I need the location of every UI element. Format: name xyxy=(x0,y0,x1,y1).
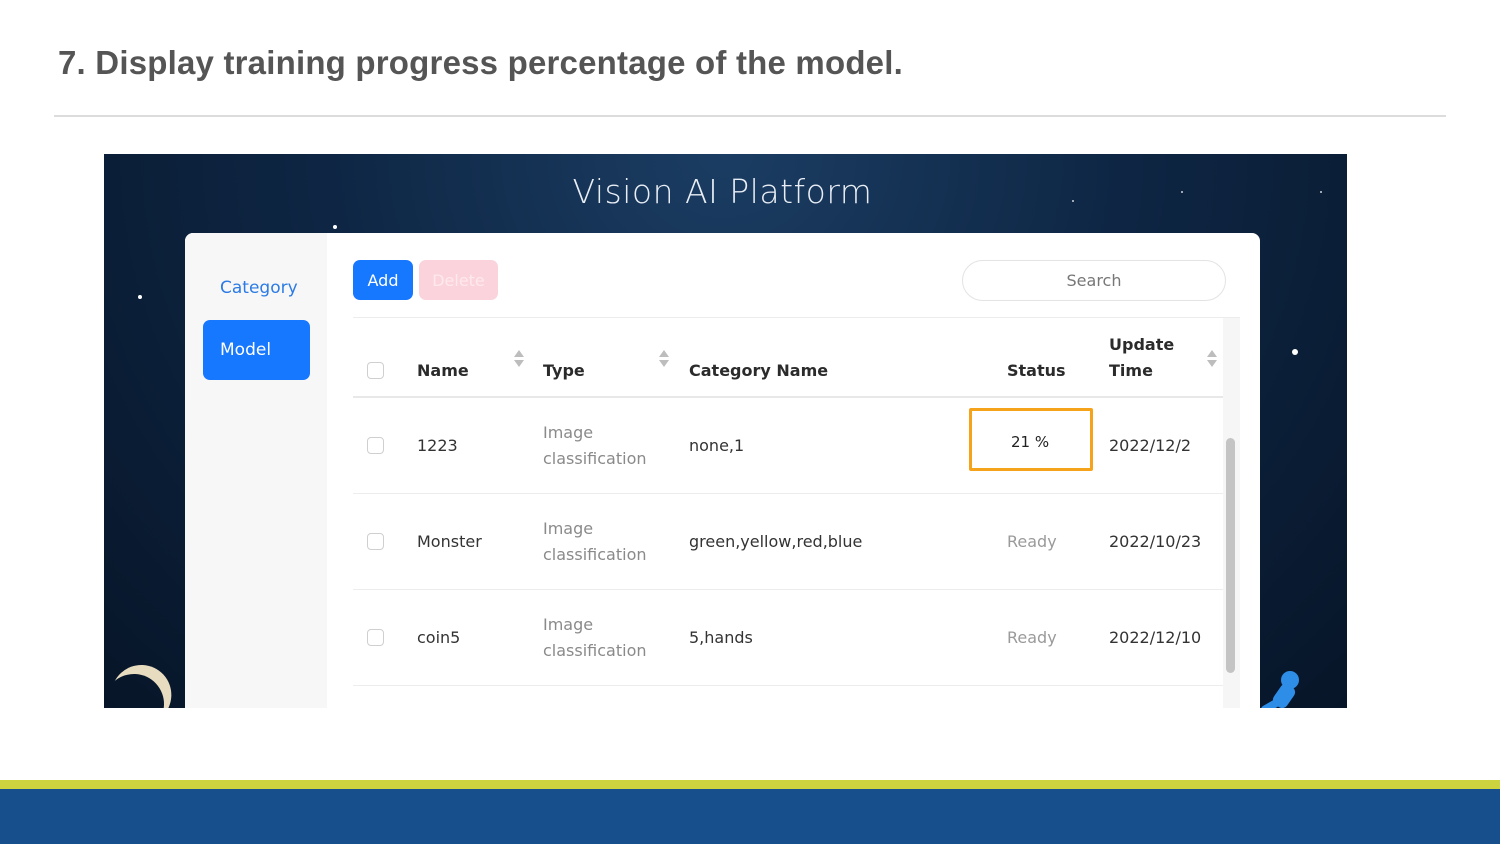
star-icon xyxy=(1292,349,1298,355)
sort-arrows-icon[interactable] xyxy=(659,350,669,368)
cell-type-line2: classification xyxy=(543,641,647,660)
slide-title: 7. Display training progress percentage … xyxy=(58,44,903,81)
cell-type-line2: classification xyxy=(543,449,647,468)
cell-status-progress: 21 % xyxy=(1011,433,1050,451)
row-checkbox[interactable] xyxy=(367,629,384,646)
moon-icon xyxy=(104,666,172,708)
cell-update-time: 2022/10/23 xyxy=(1109,532,1202,551)
sidebar-item-model[interactable]: Model xyxy=(203,320,310,380)
sort-arrows-icon[interactable] xyxy=(514,350,524,368)
astronaut-icon xyxy=(1260,671,1299,708)
cell-category: none,1 xyxy=(689,436,745,455)
footer-bar xyxy=(0,789,1500,844)
cell-update-time: 2022/12/10 xyxy=(1109,628,1202,647)
select-all-checkbox[interactable] xyxy=(367,362,384,379)
cell-name: 1223 xyxy=(417,436,458,455)
table-row[interactable]: coin5 Image classification 5,hands Ready… xyxy=(353,590,1223,686)
cell-update-time: 2022/12/2 xyxy=(1109,436,1192,455)
table-header: Name Type Category Name Status Update Ti… xyxy=(353,318,1223,398)
column-header-name: Name xyxy=(417,361,469,380)
footer-accent-stripe xyxy=(0,780,1500,789)
cell-status: Ready xyxy=(1007,628,1057,647)
cell-type-line1: Image xyxy=(543,519,594,538)
column-header-update-time-line2: Time xyxy=(1109,361,1153,380)
scrollbar-thumb[interactable] xyxy=(1226,438,1235,673)
column-header-update-time-line1: Update xyxy=(1109,335,1175,354)
platform-title: Vision AI Platform xyxy=(572,172,873,211)
app-screenshot: Vision AI Platform Category Model Add De… xyxy=(104,154,1347,708)
cell-status: Ready xyxy=(1007,532,1057,551)
cell-type-line2: classification xyxy=(543,545,647,564)
table-row[interactable]: 1223 Image classification none,1 21 % 20… xyxy=(353,398,1223,494)
add-button[interactable]: Add xyxy=(353,260,413,300)
cell-type-line1: Image xyxy=(543,615,594,634)
cell-category: 5,hands xyxy=(689,628,753,647)
sidebar: Category Model xyxy=(185,233,327,708)
column-header-category-name: Category Name xyxy=(689,361,829,380)
column-header-type: Type xyxy=(543,361,585,380)
sidebar-item-category[interactable]: Category xyxy=(203,258,310,318)
cell-name: Monster xyxy=(417,532,482,551)
star-icon xyxy=(333,225,337,229)
row-checkbox[interactable] xyxy=(367,437,384,454)
star-icon xyxy=(138,295,142,299)
sort-arrows-icon[interactable] xyxy=(1207,350,1217,368)
cell-name: coin5 xyxy=(417,628,461,647)
table-row[interactable]: Monster Image classification green,yello… xyxy=(353,494,1223,590)
row-checkbox[interactable] xyxy=(367,533,384,550)
title-divider xyxy=(54,115,1446,117)
search-input[interactable]: Search xyxy=(962,260,1226,301)
cell-type-line1: Image xyxy=(543,423,594,442)
delete-button[interactable]: Delete xyxy=(419,260,498,300)
cell-category: green,yellow,red,blue xyxy=(689,532,863,551)
main-panel: Category Model Add Delete Search Name Ty… xyxy=(185,233,1260,708)
column-header-status: Status xyxy=(1007,361,1066,380)
model-table: Name Type Category Name Status Update Ti… xyxy=(353,317,1240,708)
